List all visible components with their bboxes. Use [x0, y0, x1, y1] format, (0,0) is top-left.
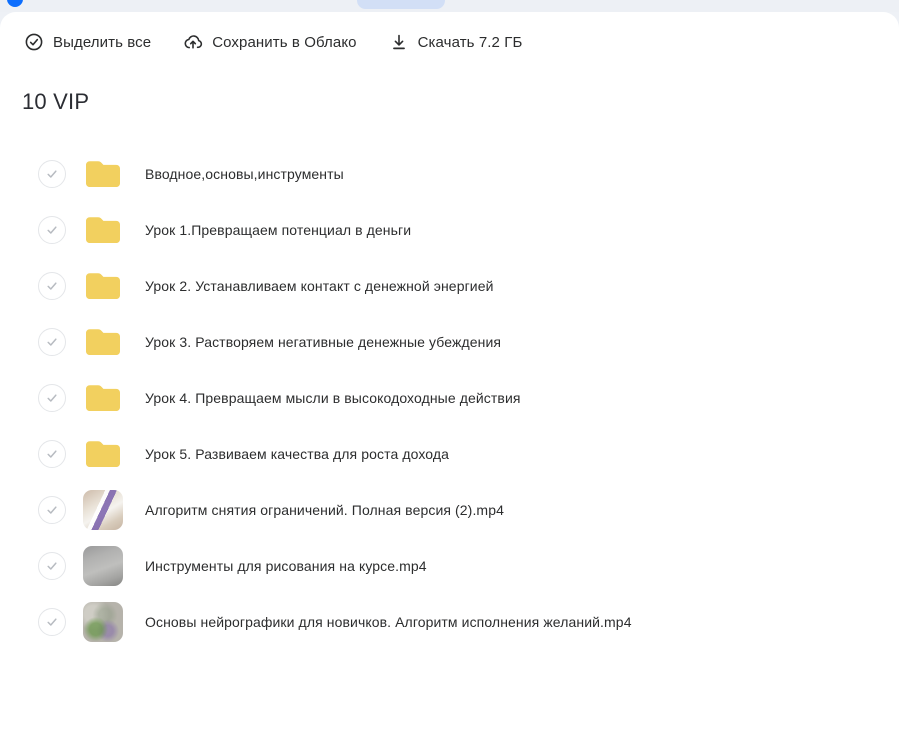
folder-icon — [83, 158, 123, 190]
row-checkbox[interactable] — [38, 328, 66, 356]
check-icon — [45, 615, 59, 629]
save-to-cloud-label: Сохранить в Облако — [212, 34, 356, 51]
folder-icon — [83, 270, 123, 302]
check-icon — [45, 391, 59, 405]
file-name[interactable]: Алгоритм снятия ограничений. Полная верс… — [145, 502, 504, 518]
file-row[interactable]: Урок 3. Растворяем негативные денежные у… — [38, 314, 899, 370]
check-icon — [45, 279, 59, 293]
file-name[interactable]: Урок 2. Устанавливаем контакт с денежной… — [145, 278, 494, 294]
folder-icon — [83, 326, 123, 358]
file-row[interactable]: Урок 2. Устанавливаем контакт с денежной… — [38, 258, 899, 314]
select-all-button[interactable]: Выделить все — [24, 32, 151, 52]
folder-icon — [83, 438, 123, 470]
file-name[interactable]: Инструменты для рисования на курсе.mp4 — [145, 558, 427, 574]
row-checkbox[interactable] — [38, 496, 66, 524]
check-icon — [45, 167, 59, 181]
cloud-upload-icon — [183, 32, 203, 52]
check-icon — [45, 503, 59, 517]
video-thumbnail — [83, 602, 123, 642]
file-name[interactable]: Урок 1.Превращаем потенциал в деньги — [145, 222, 411, 238]
row-checkbox[interactable] — [38, 552, 66, 580]
file-name[interactable]: Урок 5. Развиваем качества для роста дох… — [145, 446, 449, 462]
toolbar: Выделить все Сохранить в Облако Скачать … — [0, 12, 899, 52]
file-row[interactable]: Вводное,основы,инструменты — [38, 146, 899, 202]
check-icon — [45, 447, 59, 461]
favicon-dot-icon — [7, 0, 23, 7]
file-name[interactable]: Урок 4. Превращаем мысли в высокодоходны… — [145, 390, 521, 406]
select-all-label: Выделить все — [53, 34, 151, 51]
file-name[interactable]: Вводное,основы,инструменты — [145, 166, 344, 182]
folder-icon — [83, 382, 123, 414]
file-row[interactable]: Алгоритм снятия ограничений. Полная верс… — [38, 482, 899, 538]
download-label: Скачать 7.2 ГБ — [418, 34, 523, 51]
row-checkbox[interactable] — [38, 160, 66, 188]
check-icon — [45, 335, 59, 349]
check-icon — [45, 223, 59, 237]
video-thumbnail — [83, 546, 123, 586]
save-to-cloud-button[interactable]: Сохранить в Облако — [183, 32, 356, 52]
video-thumbnail — [83, 490, 123, 530]
check-icon — [45, 559, 59, 573]
row-checkbox[interactable] — [38, 216, 66, 244]
file-row[interactable]: Основы нейрографики для новичков. Алгори… — [38, 594, 899, 650]
file-name[interactable]: Урок 3. Растворяем негативные денежные у… — [145, 334, 501, 350]
file-row[interactable]: Инструменты для рисования на курсе.mp4 — [38, 538, 899, 594]
row-checkbox[interactable] — [38, 384, 66, 412]
row-checkbox[interactable] — [38, 272, 66, 300]
row-checkbox[interactable] — [38, 608, 66, 636]
file-list: Вводное,основы,инструменты Урок 1.Превра… — [0, 146, 899, 650]
row-checkbox[interactable] — [38, 440, 66, 468]
file-row[interactable]: Урок 5. Развиваем качества для роста дох… — [38, 426, 899, 482]
browser-top-strip — [0, 0, 899, 12]
download-button[interactable]: Скачать 7.2 ГБ — [389, 32, 523, 52]
folder-icon — [83, 214, 123, 246]
download-icon — [389, 32, 409, 52]
page-title: 10 VIP — [22, 89, 899, 115]
top-pill — [357, 0, 445, 9]
file-panel: Выделить все Сохранить в Облако Скачать … — [0, 12, 899, 747]
file-name[interactable]: Основы нейрографики для новичков. Алгори… — [145, 614, 632, 630]
check-circle-icon — [24, 32, 44, 52]
file-row[interactable]: Урок 1.Превращаем потенциал в деньги — [38, 202, 899, 258]
file-row[interactable]: Урок 4. Превращаем мысли в высокодоходны… — [38, 370, 899, 426]
